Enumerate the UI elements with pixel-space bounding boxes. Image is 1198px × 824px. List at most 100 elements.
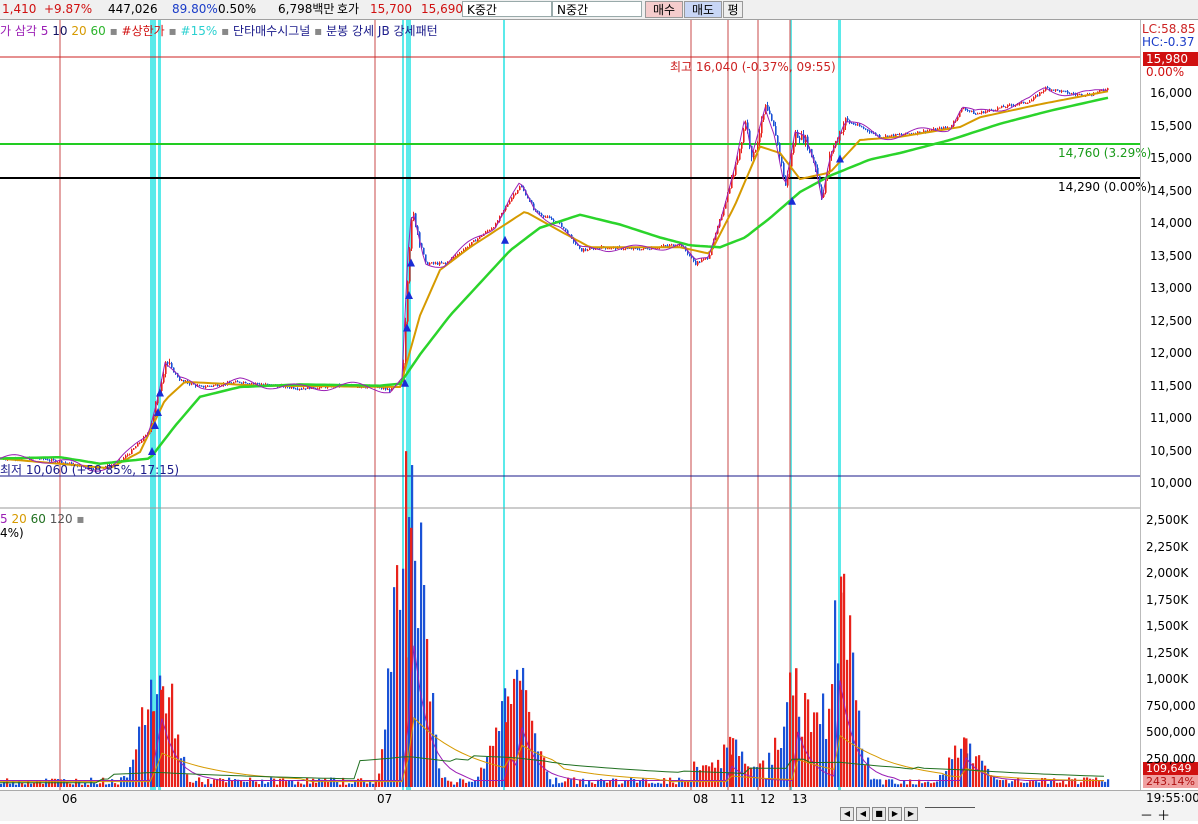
candle [1033, 97, 1035, 101]
candle [265, 383, 267, 385]
volume-bar [264, 783, 267, 787]
volume-bar [345, 784, 348, 787]
volume-bar [780, 748, 783, 787]
volume-bar [1035, 781, 1038, 787]
volume-bar [15, 784, 18, 787]
volume-bar [654, 783, 657, 787]
volume-bar [201, 781, 204, 787]
volume-bar [297, 781, 300, 787]
black-line-label: 14,290 (0.00%) [1058, 180, 1152, 194]
candle [987, 110, 989, 112]
candle [861, 126, 863, 128]
candle [1029, 101, 1031, 103]
scroll-last-icon[interactable]: ▶ [904, 807, 918, 821]
high-annotation: 최고 16,040 (-0.37%, 09:55) [670, 60, 836, 74]
scroll-prev-icon[interactable]: ◀ [856, 807, 870, 821]
candle [641, 249, 643, 251]
volume-bar [477, 776, 480, 787]
legend-ma10: 10 [52, 24, 68, 38]
candle [489, 229, 491, 231]
candle [1077, 94, 1079, 96]
candle [411, 219, 413, 249]
volume-bar [567, 777, 570, 787]
candle [1025, 102, 1027, 104]
volume-bar [735, 739, 738, 787]
candle [549, 216, 551, 218]
volume-bar [606, 782, 609, 787]
volume-axis-tick: 2,250K [1146, 539, 1189, 554]
volume-bar [711, 762, 714, 787]
volume-bar [1023, 782, 1026, 787]
candle [773, 120, 775, 127]
volume-bar [510, 703, 513, 787]
candle [783, 163, 785, 177]
candle [795, 131, 797, 145]
sell-button[interactable]: 매도 [684, 1, 722, 18]
legend-ma20: 20 [71, 24, 87, 38]
volume-bar [465, 782, 468, 787]
volume-bar [543, 757, 546, 787]
volume-bar [1017, 777, 1020, 787]
signal-band [158, 20, 161, 790]
volume-bar [300, 783, 303, 787]
volume-readout: 447,026 [108, 2, 158, 16]
scroll-first-icon[interactable]: ◀ [840, 807, 854, 821]
volume-bar [708, 766, 711, 787]
candle [293, 387, 295, 389]
volume-bar [165, 713, 168, 787]
volume-bar [609, 780, 612, 787]
volume-bar [441, 777, 444, 787]
candle [129, 454, 131, 456]
candle [289, 387, 291, 389]
volume-bar [246, 781, 249, 787]
top-toolbar: 1,410 +9.87% 447,026 89.80% 0.50% 6,798백… [0, 0, 1198, 20]
stop-icon[interactable]: ■ [872, 807, 886, 821]
candle [307, 386, 309, 389]
zoom-controls[interactable]: － ＋ [1140, 805, 1170, 824]
volume-bar [903, 780, 906, 787]
price-axis-tick: 16,000 [1150, 86, 1192, 100]
volume-bar [558, 783, 561, 787]
volume-bar [141, 707, 144, 787]
candle [437, 262, 439, 265]
candle [863, 127, 865, 129]
volume-bar [315, 782, 318, 787]
candle [1005, 107, 1007, 109]
scroll-next-icon[interactable]: ▶ [888, 807, 902, 821]
volume-bar [1077, 784, 1080, 787]
volume-bar [372, 783, 375, 787]
time-axis-bar: 06 07 08 11 12 13 19:55:00 ◀ ◀ ■ ▶ ▶ － ＋ [0, 790, 1198, 824]
candle [585, 249, 587, 251]
buy-button[interactable]: 매수 [645, 1, 683, 18]
bid-readout: 15,690 [421, 2, 463, 16]
candle [851, 122, 853, 124]
price-chart[interactable] [0, 20, 1140, 790]
price-axis-tick: 15,000 [1150, 151, 1192, 165]
price-axis-tick: 11,500 [1150, 378, 1192, 393]
k-mid-field[interactable]: K중간 [462, 1, 552, 17]
candle [977, 113, 979, 115]
n-mid-field[interactable]: N중간 [552, 1, 642, 17]
scroll-track[interactable] [925, 807, 975, 812]
candle [445, 262, 447, 264]
candle [1057, 89, 1059, 91]
candle [305, 388, 307, 390]
candle [1027, 102, 1029, 104]
price-axis-tick: 14,500 [1150, 183, 1192, 198]
candle [649, 249, 651, 251]
candle [1023, 101, 1025, 104]
volume-bar [696, 766, 699, 787]
candle [979, 113, 981, 115]
volume-bar [513, 678, 516, 787]
volume-bar [951, 759, 954, 787]
volume-bar [627, 781, 630, 787]
volume-bar [912, 784, 915, 787]
candle [207, 385, 209, 387]
volume-bar [225, 782, 228, 787]
average-button[interactable]: 평 [723, 1, 743, 18]
price-axis-tick: 11,000 [1150, 411, 1192, 425]
volume-bar [555, 777, 558, 787]
candle [695, 260, 697, 265]
volume-bar [336, 781, 339, 787]
vlegend-ma120: 120 [49, 512, 73, 526]
